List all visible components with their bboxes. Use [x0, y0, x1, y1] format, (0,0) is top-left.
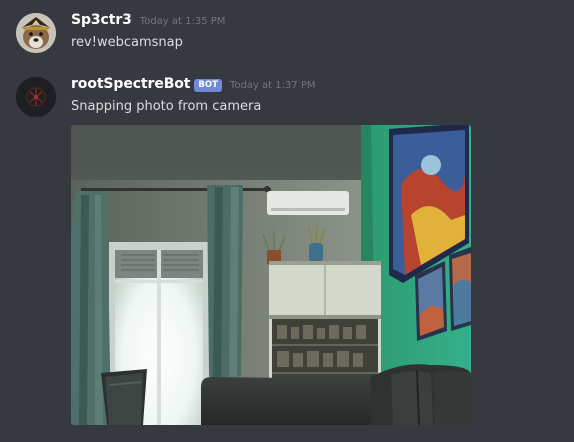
webcam-photo[interactable] [71, 125, 471, 425]
dog-avatar-icon[interactable] [16, 13, 56, 53]
red-logo-avatar-icon[interactable] [16, 77, 56, 117]
message-rootspectrebot: rootSpectreBot BOT Today at 1:37 PM Snap… [0, 70, 574, 442]
message-header: rootSpectreBot BOT Today at 1:37 PM [71, 76, 316, 93]
message-sp3ctr3: Sp3ctr3 Today at 1:35 PM rev!webcamsnap [0, 0, 574, 70]
message-header: Sp3ctr3 Today at 1:35 PM [71, 12, 225, 28]
username[interactable]: Sp3ctr3 [71, 12, 132, 28]
timestamp: Today at 1:37 PM [229, 80, 316, 91]
username[interactable]: rootSpectreBot [71, 76, 191, 92]
message-content: rev!webcamsnap [71, 35, 183, 50]
bot-tag: BOT [194, 79, 222, 92]
message-content: Snapping photo from camera [71, 99, 262, 114]
timestamp: Today at 1:35 PM [139, 16, 226, 27]
